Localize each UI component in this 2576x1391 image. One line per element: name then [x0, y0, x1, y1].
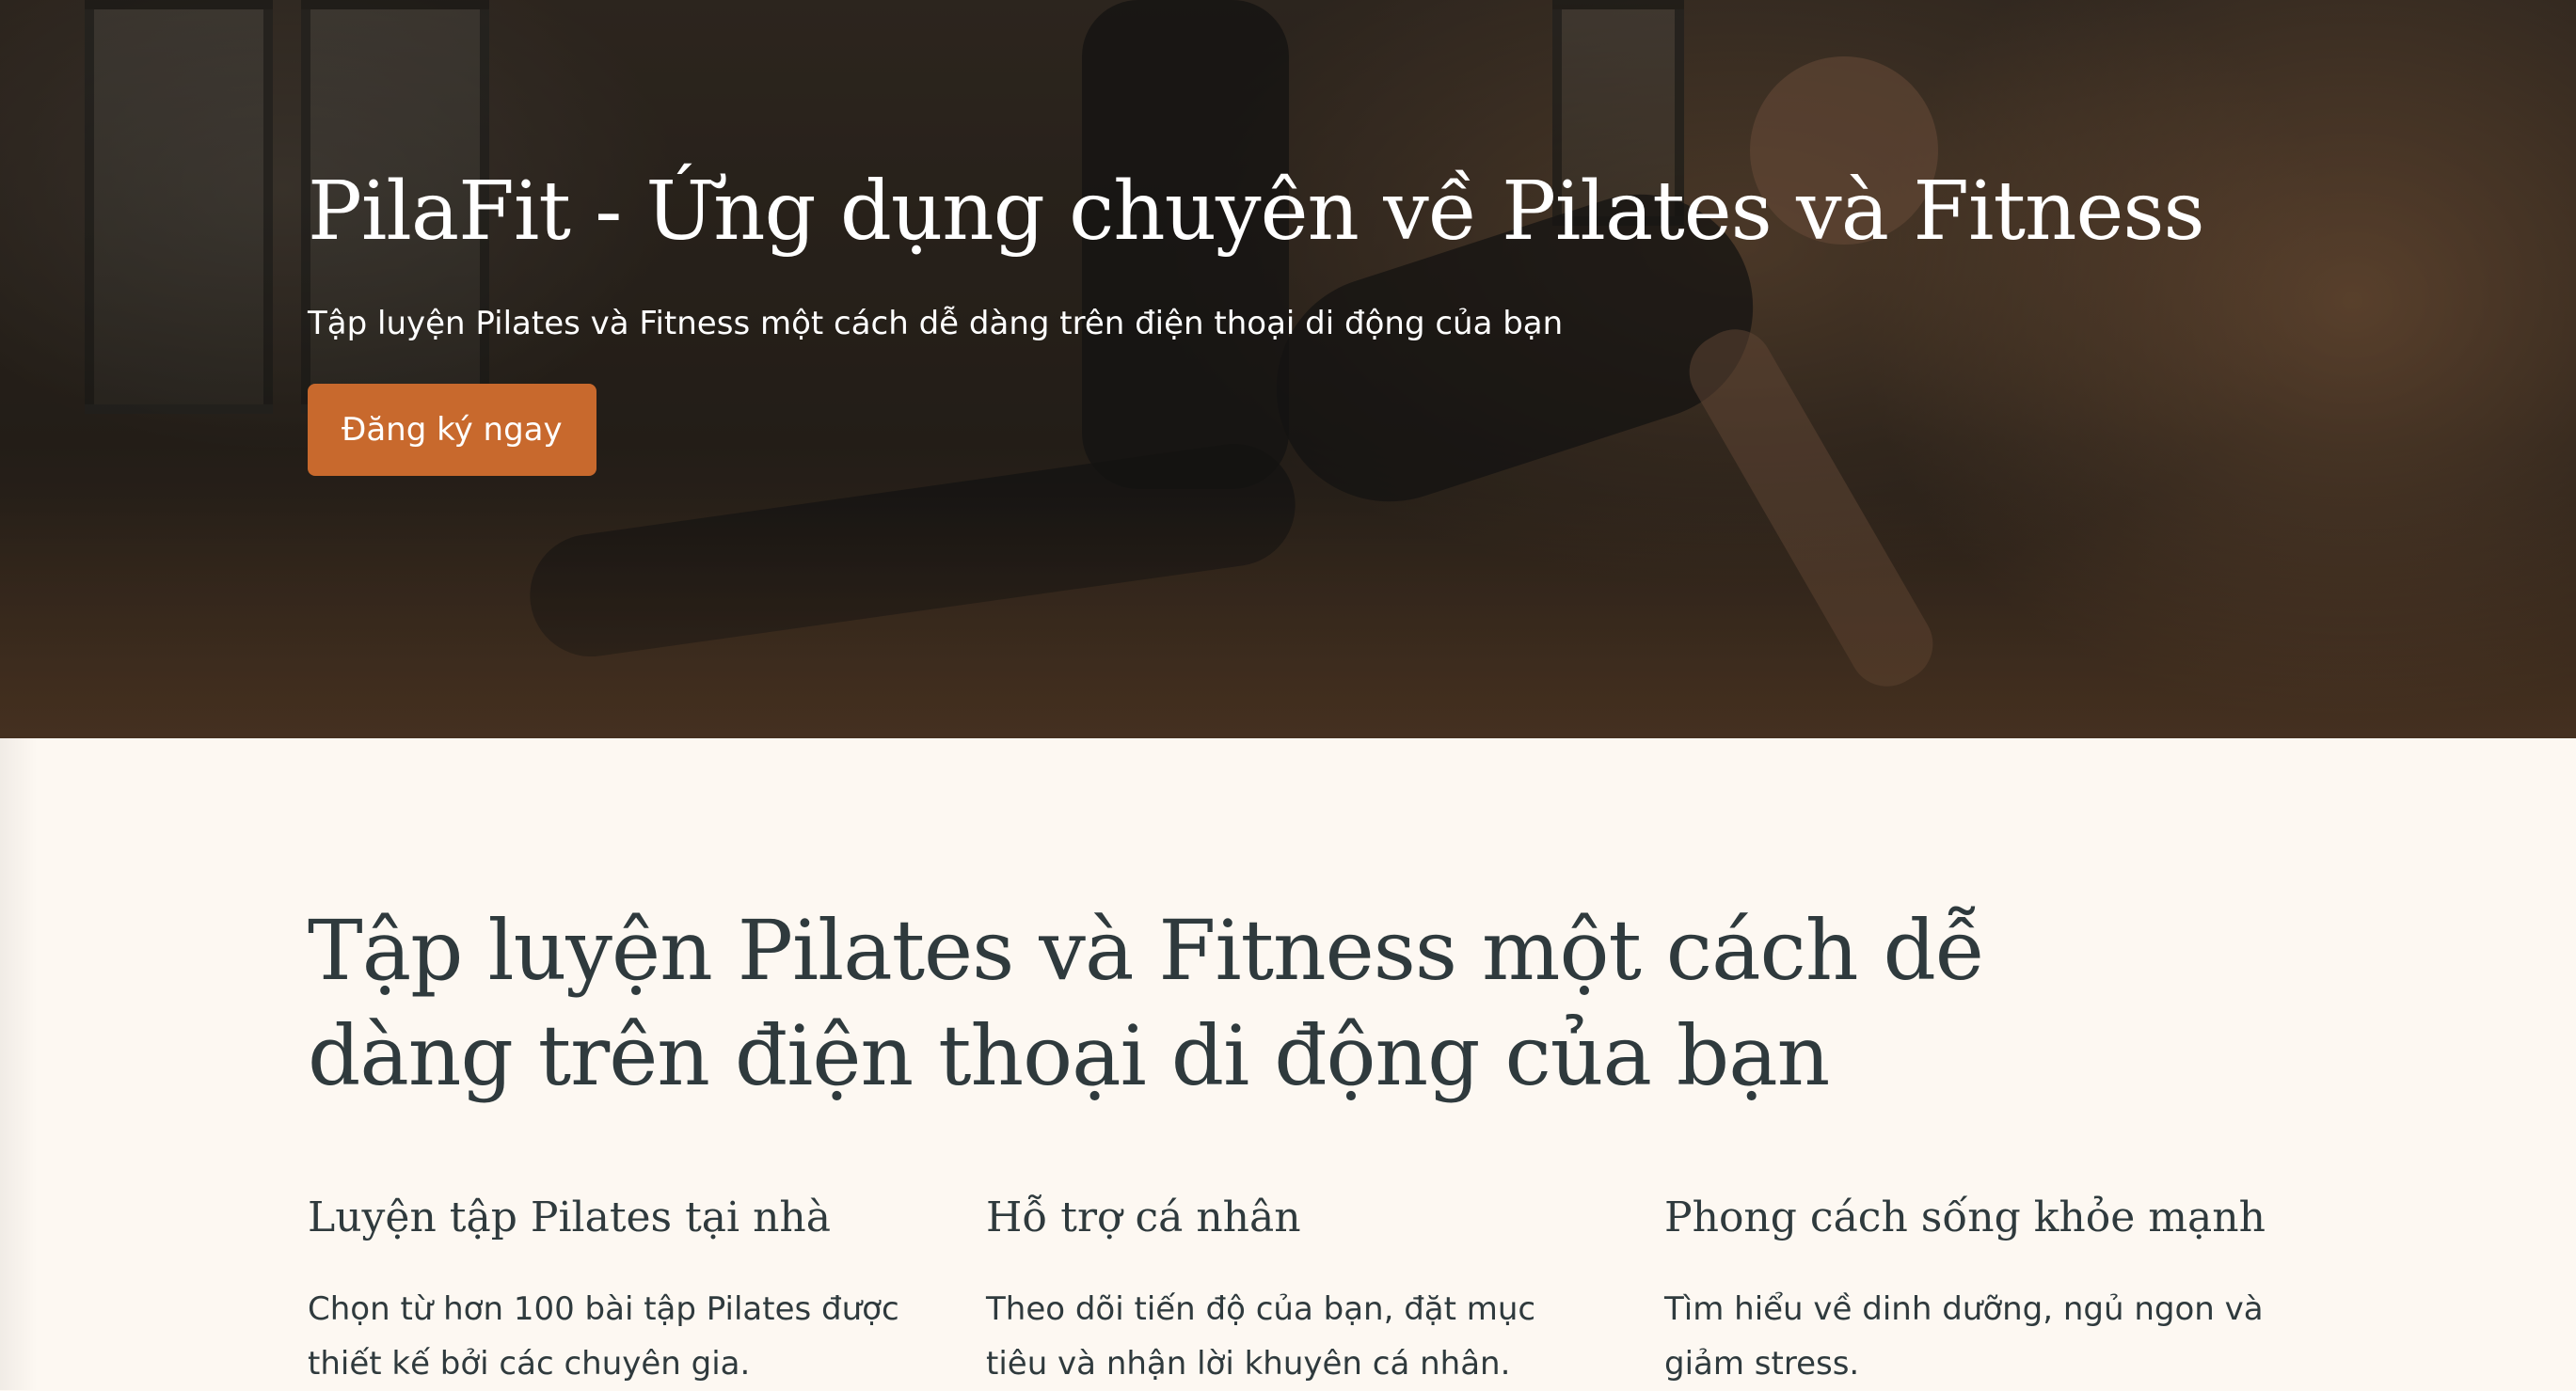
feature-description: Theo dõi tiến độ của bạn, đặt mục tiêu v…: [986, 1290, 1536, 1383]
feature-description: Chọn từ hơn 100 bài tập Pilates được thi…: [308, 1290, 899, 1383]
feature-description: Tìm hiểu về dinh dưỡng, ngủ ngon và giảm…: [1664, 1290, 2264, 1383]
hero-section: PilaFit - Ứng dụng chuyên về Pilates và …: [0, 0, 2576, 738]
hero-subtitle: Tập luyện Pilates và Fitness một cách dễ…: [308, 305, 1564, 342]
feature-item-home-pilates: Luyện tập Pilates tại nhà Chọn từ hơn 10…: [308, 1190, 910, 1391]
feature-title: Luyện tập Pilates tại nhà: [308, 1193, 831, 1241]
features-heading: Tập luyện Pilates và Fitness một cách dễ…: [308, 902, 1986, 1104]
signup-now-button[interactable]: Đăng ký ngay: [308, 384, 596, 476]
feature-title: Phong cách sống khỏe mạnh: [1664, 1193, 2266, 1241]
feature-title: Hỗ trợ cá nhân: [986, 1193, 1301, 1241]
feature-item-personal-support: Hỗ trợ cá nhân Theo dõi tiến độ của bạn,…: [986, 1190, 1588, 1391]
features-left-shadow: [0, 738, 38, 1390]
hero-content: PilaFit - Ứng dụng chuyên về Pilates và …: [308, 160, 2205, 476]
hero-title: PilaFit - Ứng dụng chuyên về Pilates và …: [308, 165, 2205, 259]
feature-item-healthy-lifestyle: Phong cách sống khỏe mạnh Tìm hiểu về di…: [1664, 1190, 2266, 1391]
features-section: Tập luyện Pilates và Fitness một cách dễ…: [0, 738, 2576, 1390]
